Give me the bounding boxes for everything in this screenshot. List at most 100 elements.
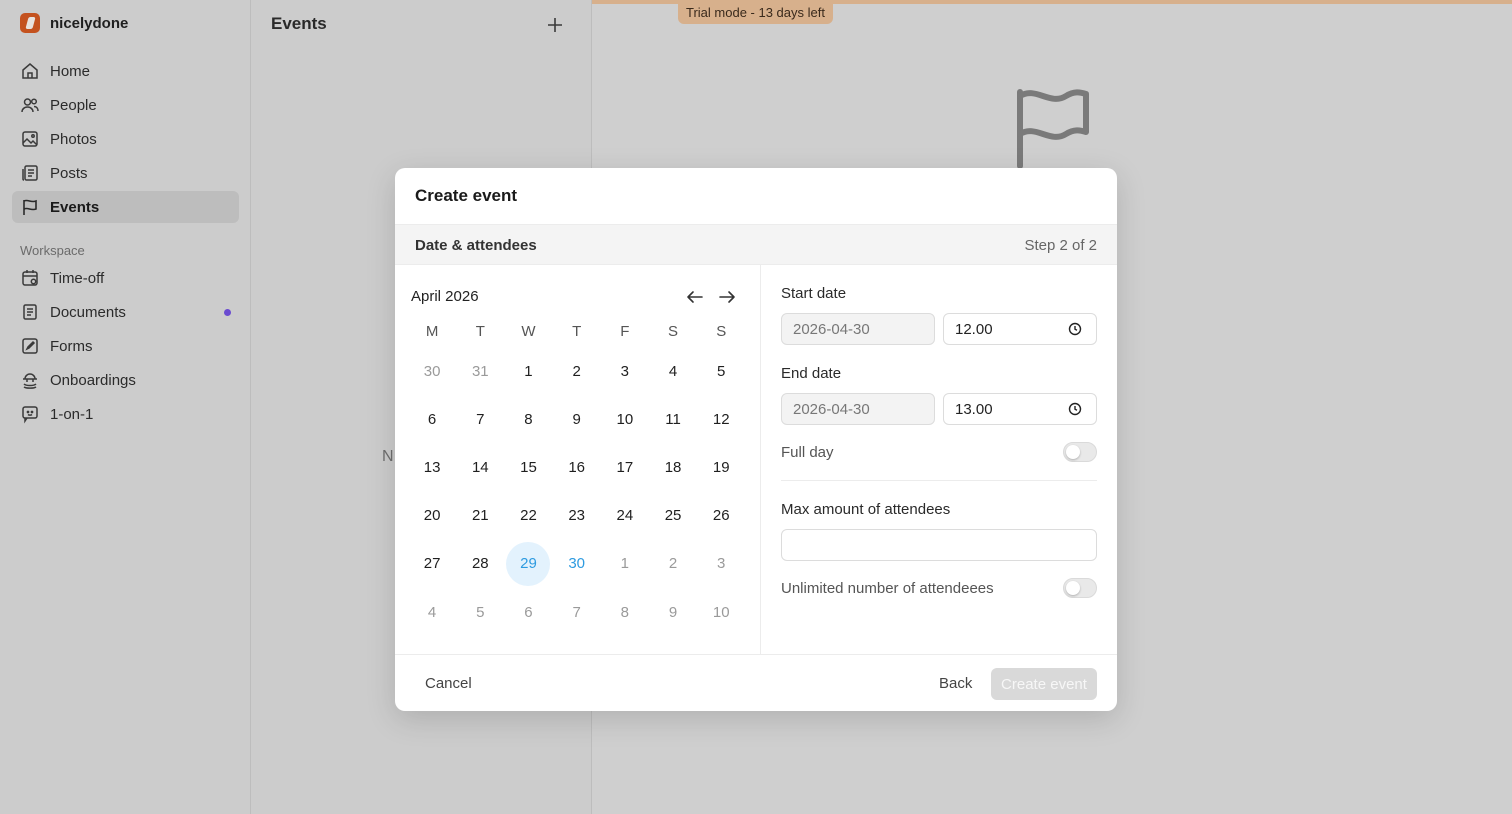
calendar-day[interactable]: 14 bbox=[458, 445, 502, 489]
calendar-day[interactable]: 17 bbox=[603, 445, 647, 489]
sidebar-item-time-off[interactable]: Time-off bbox=[12, 262, 239, 294]
form-icon bbox=[22, 338, 38, 354]
home-icon bbox=[22, 63, 38, 79]
calendar-day[interactable]: 27 bbox=[410, 542, 454, 586]
calendar-day[interactable]: 4 bbox=[410, 590, 454, 634]
sidebar-item-label: Posts bbox=[50, 164, 88, 182]
max-attendees-label: Max amount of attendees bbox=[781, 501, 951, 518]
calendar-month-label: April 2026 bbox=[411, 288, 479, 305]
calendar-day[interactable]: 20 bbox=[410, 494, 454, 538]
calendar-day[interactable]: 25 bbox=[651, 494, 695, 538]
calendar-day[interactable]: 2 bbox=[651, 542, 695, 586]
calendar-day[interactable]: 10 bbox=[603, 397, 647, 441]
sidebar-item-events[interactable]: Events bbox=[12, 191, 239, 223]
weekday-label: W bbox=[521, 322, 536, 340]
weekday-label: T bbox=[572, 322, 582, 340]
calendar-day[interactable]: 21 bbox=[458, 494, 502, 538]
arrow-left-icon bbox=[687, 291, 703, 303]
calendar-day[interactable]: 12 bbox=[699, 397, 743, 441]
calendar-day[interactable]: 18 bbox=[651, 445, 695, 489]
onboarding-icon bbox=[23, 373, 37, 389]
next-month-button[interactable] bbox=[715, 285, 739, 309]
calendar-day[interactable]: 1 bbox=[603, 542, 647, 586]
end-time-value: 13.00 bbox=[955, 400, 993, 418]
calendar-day[interactable]: 10 bbox=[699, 590, 743, 634]
calendar-day[interactable]: 9 bbox=[555, 397, 599, 441]
calendar-day[interactable]: 11 bbox=[651, 397, 695, 441]
trial-badge[interactable]: Trial mode - 13 days left bbox=[678, 0, 833, 24]
calendar-day[interactable]: 5 bbox=[458, 590, 502, 634]
calendar-day[interactable]: 2 bbox=[555, 349, 599, 393]
calendar-week-row: 27 28 29 30 1 2 3 bbox=[408, 540, 745, 588]
previous-month-button[interactable] bbox=[683, 285, 707, 309]
calendar-day[interactable]: 3 bbox=[699, 542, 743, 586]
calendar-day[interactable]: 13 bbox=[410, 445, 454, 489]
sidebar-item-posts[interactable]: Posts bbox=[12, 157, 239, 189]
brand[interactable]: nicelydone bbox=[20, 13, 128, 33]
sidebar-item-forms[interactable]: Forms bbox=[12, 330, 239, 362]
calendar-icon bbox=[22, 270, 38, 286]
calendar-day[interactable]: 1 bbox=[506, 349, 550, 393]
sidebar-item-1-on-1[interactable]: 1-on-1 bbox=[12, 398, 239, 430]
step-header: Date & attendees Step 2 of 2 bbox=[395, 224, 1117, 265]
back-button[interactable]: Back bbox=[929, 667, 982, 699]
sidebar-item-label: Photos bbox=[50, 130, 97, 148]
start-time-input[interactable]: 12.00 bbox=[943, 313, 1097, 345]
form-divider bbox=[781, 480, 1097, 481]
workspace-section-label: Workspace bbox=[20, 243, 85, 258]
calendar-day[interactable]: 9 bbox=[651, 590, 695, 634]
sidebar-item-documents[interactable]: Documents bbox=[12, 296, 239, 328]
weekday-label: S bbox=[716, 322, 727, 340]
cancel-button[interactable]: Cancel bbox=[415, 667, 482, 699]
calendar-day[interactable]: 28 bbox=[458, 542, 502, 586]
sidebar-item-people[interactable]: People bbox=[12, 89, 239, 121]
end-date-label: End date bbox=[781, 365, 842, 382]
calendar-week-row: 20 21 22 23 24 25 26 bbox=[408, 492, 745, 540]
sidebar-item-onboardings[interactable]: Onboardings bbox=[12, 364, 239, 396]
weekday-label: T bbox=[475, 322, 485, 340]
start-date-input[interactable]: 2026-04-30 bbox=[781, 313, 935, 345]
calendar-day[interactable]: 16 bbox=[555, 445, 599, 489]
calendar-day-selected[interactable]: 30 bbox=[555, 542, 599, 586]
calendar-day-today[interactable]: 29 bbox=[506, 541, 551, 586]
step-title: Date & attendees bbox=[415, 237, 537, 254]
calendar-day[interactable]: 22 bbox=[506, 494, 550, 538]
calendar-day[interactable]: 26 bbox=[699, 494, 743, 538]
calendar-week-row: 13 14 15 16 17 18 19 bbox=[408, 443, 745, 491]
unlimited-attendees-label: Unlimited number of attendeees bbox=[781, 580, 994, 597]
arrow-right-icon bbox=[719, 291, 735, 303]
calendar-day[interactable]: 31 bbox=[458, 349, 502, 393]
empty-state-text: N bbox=[382, 448, 394, 465]
sidebar-item-label: Onboardings bbox=[50, 371, 136, 389]
flag-illustration-icon bbox=[1017, 89, 1089, 169]
calendar-day[interactable]: 8 bbox=[506, 397, 550, 441]
calendar-day[interactable]: 3 bbox=[603, 349, 647, 393]
create-event-button[interactable]: Create event bbox=[991, 668, 1097, 700]
sidebar-item-label: People bbox=[50, 96, 97, 114]
calendar-day[interactable]: 7 bbox=[458, 397, 502, 441]
calendar-day[interactable]: 4 bbox=[651, 349, 695, 393]
unlimited-attendees-toggle[interactable] bbox=[1063, 578, 1097, 598]
sidebar-item-photos[interactable]: Photos bbox=[12, 123, 239, 155]
document-icon bbox=[23, 304, 37, 320]
sidebar-item-home[interactable]: Home bbox=[12, 55, 239, 87]
full-day-toggle[interactable] bbox=[1063, 442, 1097, 462]
calendar-day[interactable]: 24 bbox=[603, 494, 647, 538]
calendar-day[interactable]: 5 bbox=[699, 349, 743, 393]
end-time-input[interactable]: 13.00 bbox=[943, 393, 1097, 425]
calendar-day[interactable]: 23 bbox=[555, 494, 599, 538]
calendar-day[interactable]: 30 bbox=[410, 349, 454, 393]
calendar-day[interactable]: 7 bbox=[555, 590, 599, 634]
dialog-title: Create event bbox=[415, 186, 518, 205]
end-date-input[interactable]: 2026-04-30 bbox=[781, 393, 935, 425]
step-count: Step 2 of 2 bbox=[1024, 237, 1097, 254]
calendar-day[interactable]: 8 bbox=[603, 590, 647, 634]
calendar-day[interactable]: 6 bbox=[410, 397, 454, 441]
clock-icon bbox=[1068, 402, 1082, 416]
max-attendees-input[interactable] bbox=[781, 529, 1097, 561]
calendar-day[interactable]: 15 bbox=[506, 445, 550, 489]
main-nav: Home People Photos Posts Events bbox=[12, 55, 239, 225]
add-event-button[interactable] bbox=[543, 13, 567, 37]
calendar-day[interactable]: 19 bbox=[699, 445, 743, 489]
calendar-day[interactable]: 6 bbox=[506, 590, 550, 634]
